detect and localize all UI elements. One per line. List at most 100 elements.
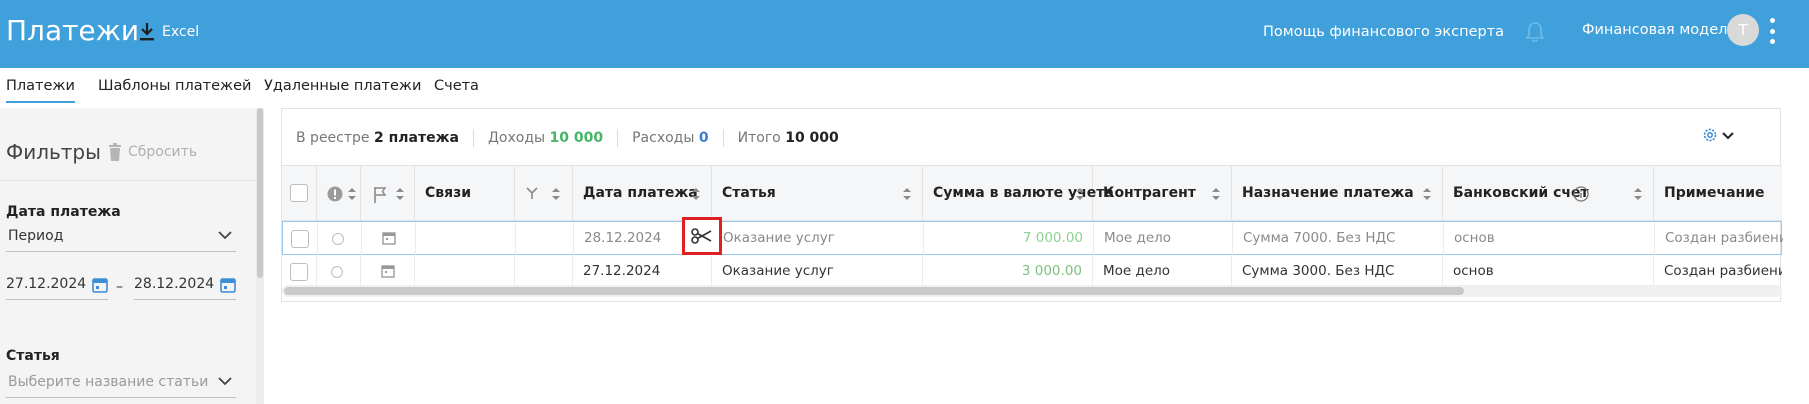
avatar[interactable]: Т [1727,14,1759,46]
article-select[interactable]: Выберите название статьи [6,370,236,398]
expert-help-link[interactable]: Помощь финансового эксперта [1263,24,1504,40]
select-all-checkbox[interactable] [290,184,308,202]
app-header: Платежи Excel Помощь финансового эксперт… [0,0,1809,68]
row-checkbox[interactable] [291,230,309,248]
note-column-header[interactable]: Примечание [1654,166,1782,222]
article-header-label: Статья [722,185,776,201]
date-from-value: 27.12.2024 [6,276,87,292]
tab-deleted-payments[interactable]: Удаленные платежи [264,78,421,94]
article-placeholder: Выберите название статьи [8,374,209,390]
sort-icon[interactable] [551,187,561,201]
flag-column-header[interactable] [361,166,415,222]
split-payment-button[interactable] [682,217,722,255]
sort-icon[interactable] [691,187,701,201]
gear-icon [1703,128,1717,142]
chevron-down-icon [218,231,232,240]
status-column-header[interactable] [317,166,361,222]
table-horizontal-scrollbar[interactable] [282,285,1782,297]
tab-payments[interactable]: Платежи [6,78,75,103]
calendar-icon[interactable] [382,231,396,245]
date-column-header[interactable]: Дата платежа [573,166,712,222]
select-all-header [282,166,317,222]
sort-icon[interactable] [1422,187,1432,201]
calendar-icon[interactable] [92,277,108,293]
period-value: Период [8,228,64,244]
row-purpose: Сумма 3000. Без НДС [1242,263,1395,279]
row-checkbox[interactable] [290,263,308,281]
row-article: Оказание услуг [722,263,834,279]
date-to-value: 28.12.2024 [134,276,215,292]
download-icon [140,23,154,41]
purpose-column-header[interactable]: Назначение платежа [1232,166,1443,222]
split-icon [526,187,538,199]
total-label: Итого [737,130,781,146]
more-menu-icon[interactable] [1768,18,1776,44]
tab-invoices[interactable]: Счета [434,78,479,94]
table-settings-button[interactable] [1702,127,1734,143]
row-counterparty: Мое дело [1103,263,1171,279]
row-article: Оказание услуг [723,230,835,246]
row-date: 27.12.2024 [583,263,661,279]
status-radio[interactable] [331,266,343,278]
links-column-header[interactable]: Связи [415,166,515,222]
article-label: Статья [6,348,60,364]
table-row[interactable]: 27.12.2024 Оказание услуг 3 000.00 Мое д… [282,255,1782,289]
row-amount: 7 000.00 [1022,230,1083,246]
sort-icon[interactable] [395,187,405,201]
trash-icon [109,143,121,161]
sort-icon[interactable] [902,187,912,201]
bank-account-column-header[interactable]: Банковский счет [1443,166,1654,222]
purpose-header-label: Назначение платежа [1242,185,1414,201]
filters-title: Фильтры [6,140,101,164]
counterparty-column-header[interactable]: Контрагент [1093,166,1232,222]
sort-icon[interactable] [1633,187,1643,201]
sort-icon[interactable] [347,187,357,201]
split-column-header[interactable] [515,166,573,222]
info-icon[interactable] [1573,186,1589,202]
tab-bar: Платежи Шаблоны платежей Удаленные плате… [0,68,1809,108]
row-counterparty: Мое дело [1104,230,1172,246]
filters-sidebar: Фильтры Сбросить Дата платежа Период 27.… [0,108,256,404]
excel-label: Excel [162,24,200,40]
sidebar-scrollbar[interactable] [256,108,264,404]
chevron-down-icon [1722,131,1734,139]
date-range-dash: – [116,279,123,295]
status-radio[interactable] [332,233,344,245]
warning-circle-icon [327,186,343,202]
reset-filters-button[interactable]: Сбросить [108,143,197,161]
payments-panel: В реестре 2 платежа Доходы 10 000 Расход… [281,108,1783,302]
counterparty-header-label: Контрагент [1103,185,1196,201]
tab-payment-templates[interactable]: Шаблоны платежей [98,78,251,94]
row-amount: 3 000.00 [1021,263,1082,279]
amount-header-label: Сумма в валюте учета [933,185,1114,201]
period-select[interactable]: Период [6,224,236,252]
links-header-label: Связи [425,185,472,201]
registry-label: В реестре [296,130,370,146]
row-purpose: Сумма 7000. Без НДС [1243,230,1396,246]
row-bank: основ [1454,230,1495,246]
financial-model-menu[interactable]: Финансовая модель [1582,22,1736,38]
registry-value: 2 платежа [373,130,459,146]
row-date: 28.12.2024 [584,230,662,246]
expense-label: Расходы [632,130,695,146]
article-column-header[interactable]: Статья [712,166,923,222]
sort-icon[interactable] [1211,187,1221,201]
sort-icon[interactable] [1075,187,1085,201]
flag-icon [374,187,387,203]
note-header-label: Примечание [1664,185,1765,201]
scissors-icon [691,228,712,244]
row-bank: основ [1453,263,1494,279]
excel-export-button[interactable]: Excel [138,22,199,42]
calendar-icon[interactable] [220,277,236,293]
income-label: Доходы [487,130,546,146]
income-value: 10 000 [549,130,604,146]
bell-icon[interactable] [1524,20,1546,48]
table-header: Связи Дата платежа Статья Сумма в валюте… [282,165,1782,222]
table-row[interactable]: 28.12.2024 Оказание услуг 7 000.00 Мое д… [282,221,1783,255]
date-from-field[interactable]: 27.12.2024 [6,272,108,300]
chevron-down-icon [218,377,232,386]
page-title: Платежи [6,14,140,47]
date-to-field[interactable]: 28.12.2024 [134,272,236,300]
amount-column-header[interactable]: Сумма в валюте учета [923,166,1114,222]
calendar-icon[interactable] [381,264,395,278]
